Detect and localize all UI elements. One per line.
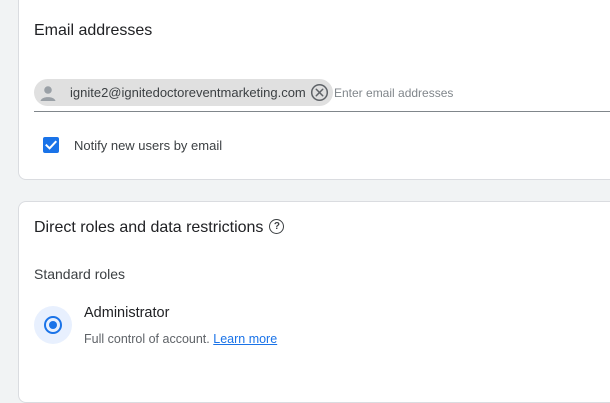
roles-card: Direct roles and data restrictions ? Sta… — [18, 201, 610, 403]
email-input[interactable] — [334, 83, 610, 103]
email-input-row[interactable]: ignite2@ignitedoctoreventmarketing.com — [34, 78, 610, 112]
notify-label: Notify new users by email — [74, 137, 223, 153]
email-chip[interactable]: ignite2@ignitedoctoreventmarketing.com — [34, 79, 333, 106]
administrator-radio[interactable] — [34, 306, 72, 344]
radio-selected-icon — [44, 316, 62, 334]
role-description-row: Full control of account. Learn more — [84, 332, 277, 346]
role-name: Administrator — [84, 305, 170, 321]
email-chip-label: ignite2@ignitedoctoreventmarketing.com — [70, 85, 306, 100]
check-icon[interactable] — [43, 137, 59, 153]
email-addresses-title: Email addresses — [34, 22, 153, 39]
standard-roles-label: Standard roles — [34, 266, 126, 282]
roles-title: Direct roles and data restrictions — [34, 219, 264, 236]
cancel-circle-icon[interactable] — [310, 83, 330, 103]
roles-title-row: Direct roles and data restrictions ? — [34, 218, 285, 237]
person-icon — [37, 81, 59, 104]
notify-row[interactable]: Notify new users by email — [43, 137, 222, 153]
email-addresses-card: Email addresses ignite2@ignitedoctoreven… — [18, 0, 610, 180]
learn-more-link[interactable]: Learn more — [213, 332, 277, 346]
help-circle-icon[interactable]: ? — [269, 218, 285, 234]
role-description: Full control of account. — [84, 332, 210, 346]
